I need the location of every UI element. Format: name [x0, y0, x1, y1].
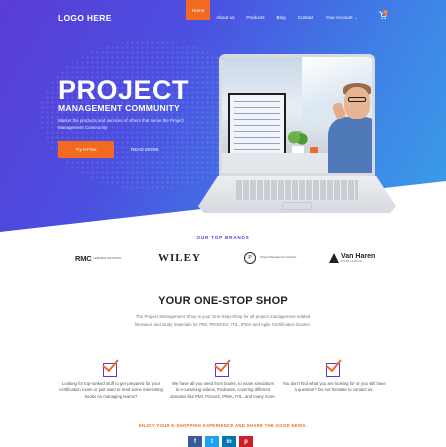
- laptop-trackpad: [282, 202, 312, 210]
- brand-rmc-name: RMC: [75, 253, 92, 263]
- checkbox-icon: [214, 354, 233, 378]
- brand-logo-rmc[interactable]: RMC LEARNING SOLUTIONS: [75, 248, 121, 268]
- site-logo[interactable]: LOGO HERE: [58, 13, 112, 23]
- glasses-icon: [348, 97, 366, 102]
- plant-image: [288, 131, 308, 147]
- van-haren-mark-icon: [329, 253, 339, 263]
- cart-count-badge: 0: [383, 10, 388, 15]
- hero-title: PROJECT: [58, 75, 190, 105]
- brand-van-haren-tagline: PUBLISHING: [341, 260, 363, 263]
- brand-logo-pmi[interactable]: P Project Management Institute: [244, 248, 296, 268]
- brand-van-haren-name: Van Haren: [341, 253, 376, 260]
- laptop-screen: [219, 54, 375, 176]
- person-image: [328, 117, 372, 173]
- nav-menu: Home About us Products Blog Contact Your…: [186, 0, 364, 34]
- share-prompt: ENJOY YOUR E-SHOPPING EXPERIENCE AND SHA…: [138, 423, 308, 428]
- nav-item-about-us[interactable]: About us: [210, 0, 240, 34]
- pmi-seal-icon: P: [244, 252, 256, 264]
- top-navigation: LOGO HERE Home About us Products Blog Co…: [0, 0, 446, 34]
- brand-logo-wiley[interactable]: WILEY: [158, 248, 201, 268]
- nav-item-contact[interactable]: Contact: [292, 0, 320, 34]
- brand-logo-van-haren[interactable]: Van Haren PUBLISHING: [329, 248, 375, 268]
- checkbox-icon: [102, 354, 121, 378]
- brand-rmc-tagline: LEARNING SOLUTIONS: [93, 256, 122, 260]
- feature-text-3: You don't find what you are looking for …: [282, 381, 386, 393]
- nav-item-home[interactable]: Home: [186, 0, 211, 20]
- try-it-free-button[interactable]: Try It Free: [58, 141, 114, 158]
- brands-heading: OUR TOP BRANDS: [196, 235, 250, 240]
- hero-description: Market the products and services of othe…: [58, 118, 184, 130]
- nav-item-blog[interactable]: Blog: [271, 0, 292, 34]
- nav-item-products[interactable]: Products: [240, 0, 270, 34]
- facebook-share-button[interactable]: f: [188, 436, 202, 447]
- read-more-link[interactable]: READ MORE: [131, 141, 159, 158]
- office-photo: [222, 57, 372, 173]
- checkbox-icon: [325, 354, 344, 378]
- brand-pmi-text: Project Management Institute: [260, 255, 297, 260]
- feature-text-2: We have all you need from books, to exam…: [170, 381, 276, 399]
- feature-text-1: Looking for top-ranked stuff to get prep…: [59, 381, 163, 399]
- nav-item-your-account-label: Your Account: [325, 14, 353, 20]
- section-title: YOUR ONE-STOP SHOP: [158, 295, 288, 307]
- hero-subtitle: MANAGEMENT COMMUNITY: [58, 103, 180, 113]
- pinterest-share-button[interactable]: p: [239, 436, 253, 447]
- chevron-down-icon: ⌄: [354, 14, 358, 20]
- section-description: The Project Management Shop is your One-…: [135, 314, 311, 327]
- nav-item-your-account[interactable]: Your Account ⌄: [320, 0, 364, 34]
- twitter-share-button[interactable]: t: [205, 436, 219, 447]
- linkedin-share-button[interactable]: in: [222, 436, 236, 447]
- laptop-keyboard: [236, 180, 358, 200]
